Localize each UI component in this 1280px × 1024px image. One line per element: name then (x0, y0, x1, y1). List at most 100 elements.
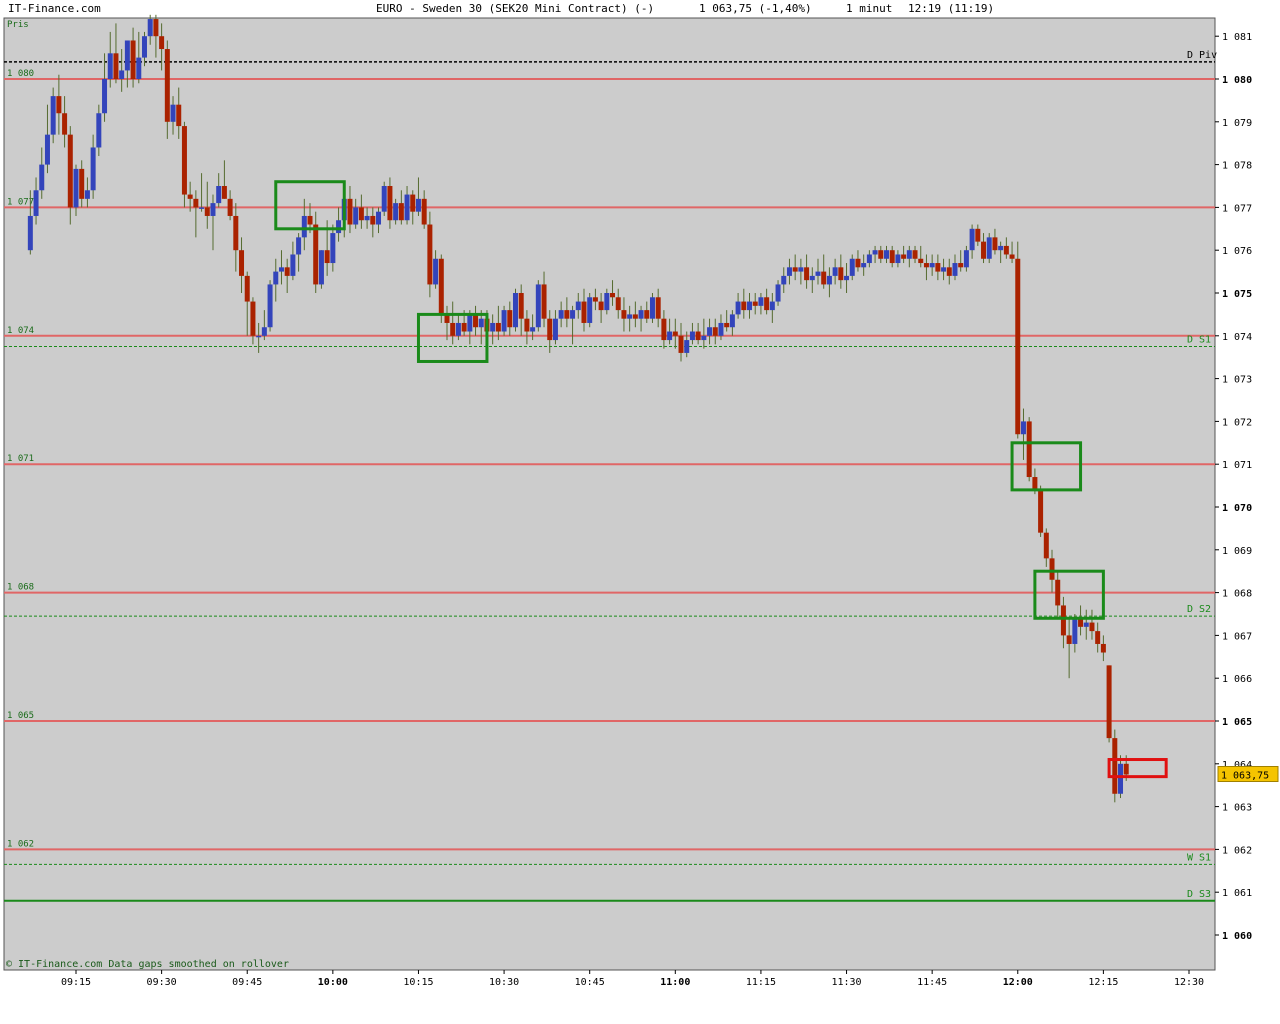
x-axis: 09:15 09:30 09:45 10:00 10:15 10:30 10:45 11:00… (61, 970, 1204, 988)
candle-body (638, 310, 644, 319)
candle-body (1083, 622, 1089, 627)
candle-body (672, 331, 678, 336)
candle-body (490, 322, 496, 332)
candle-body (1032, 477, 1038, 490)
candle (1026, 417, 1032, 482)
y-tick-label: 1 075 (1222, 289, 1252, 300)
y-tick-label: 1 061 (1222, 888, 1252, 899)
candle-body (170, 104, 176, 122)
candle-body (804, 267, 810, 281)
candle (1106, 665, 1112, 743)
candle-body (107, 53, 113, 79)
candle-body (878, 250, 884, 259)
candle-body (181, 126, 187, 195)
y-tick-label: 1 071 (1222, 460, 1252, 471)
candle-body (781, 275, 787, 285)
candle (1015, 241, 1021, 439)
candle-body (501, 310, 507, 332)
candle-body (969, 228, 975, 251)
candle-body (815, 271, 821, 276)
candle-body (244, 275, 250, 302)
candle-body (826, 275, 832, 285)
candle-body (798, 267, 804, 272)
candle-body (96, 113, 102, 148)
candle-body (992, 237, 998, 251)
candle-body (712, 327, 718, 336)
candle-body (844, 275, 850, 281)
y-tick-label: 1 068 (1222, 589, 1252, 600)
candle-body (775, 284, 781, 302)
candle-body (1095, 631, 1101, 644)
candle-body (164, 49, 170, 122)
candle-body (1038, 489, 1044, 533)
candle-body (473, 314, 479, 328)
candle-body (478, 318, 484, 328)
candle-body (1060, 605, 1066, 636)
candle-body (50, 96, 56, 135)
candle-body (113, 53, 119, 79)
candle-body (1009, 254, 1015, 259)
candle-body (1015, 258, 1021, 435)
candle-body (204, 207, 210, 216)
candle-body (707, 327, 713, 336)
candle-body (210, 203, 216, 216)
candle-body (261, 327, 267, 336)
level-label: 1 068 (7, 583, 34, 593)
candle-body (27, 215, 33, 251)
candle-body (216, 186, 222, 204)
candle-body (632, 314, 638, 319)
candle-body (923, 263, 929, 268)
y-tick-label: 1 069 (1222, 546, 1252, 557)
candle-body (199, 207, 205, 209)
x-tick-label: 09:45 (232, 977, 262, 988)
candle-body (410, 194, 416, 212)
candle-body (918, 258, 924, 264)
candle-body (433, 258, 439, 285)
candle-body (450, 322, 456, 336)
y-tick-label: 1 078 (1222, 161, 1252, 172)
candle-body (724, 322, 730, 328)
candle-body (758, 297, 764, 306)
candle-body (695, 331, 701, 341)
candle-body (986, 237, 992, 259)
y-tick-label: 1 074 (1222, 332, 1252, 343)
candle (1112, 729, 1118, 803)
candle-body (307, 215, 313, 225)
candle-body (895, 254, 901, 264)
price-chart: IT-Finance.com EURO - Sweden 30 (SEK20 M… (3, 2, 1279, 988)
candle (438, 254, 444, 323)
candle-body (318, 250, 324, 285)
candle-body (592, 297, 598, 302)
candle-body (655, 297, 661, 319)
candle-body (610, 293, 616, 298)
candle-body (153, 19, 159, 37)
y-tick-label: 1 077 (1222, 203, 1252, 214)
candle-body (39, 164, 45, 191)
candle-body (935, 263, 941, 272)
candle-body (587, 297, 593, 323)
pivot-label: D Piv (1187, 50, 1217, 61)
candle-body (752, 301, 758, 306)
candle-body (906, 250, 912, 259)
candle-body (604, 293, 610, 311)
candle-body (558, 310, 564, 319)
candle-body (1055, 579, 1061, 606)
candle-body (718, 322, 724, 336)
candle-body (267, 284, 273, 328)
candle-body (290, 254, 296, 276)
candle-body (1043, 532, 1049, 559)
y-tick-label: 1 062 (1222, 845, 1252, 856)
last-price-label: 1 063,75 (1221, 771, 1269, 782)
candle-body (1066, 635, 1072, 644)
candle-body (541, 284, 547, 319)
y-tick-label: 1 065 (1222, 717, 1252, 728)
candle-body (221, 186, 227, 199)
candle-body (849, 258, 855, 276)
candle-body (552, 318, 558, 341)
candle-body (649, 297, 655, 319)
candle-body (1026, 421, 1032, 478)
candle-body (512, 293, 518, 328)
candle-body (1112, 738, 1118, 794)
y-tick-label: 1 070 (1222, 503, 1252, 514)
y-tick-label: 1 060 (1222, 931, 1252, 942)
